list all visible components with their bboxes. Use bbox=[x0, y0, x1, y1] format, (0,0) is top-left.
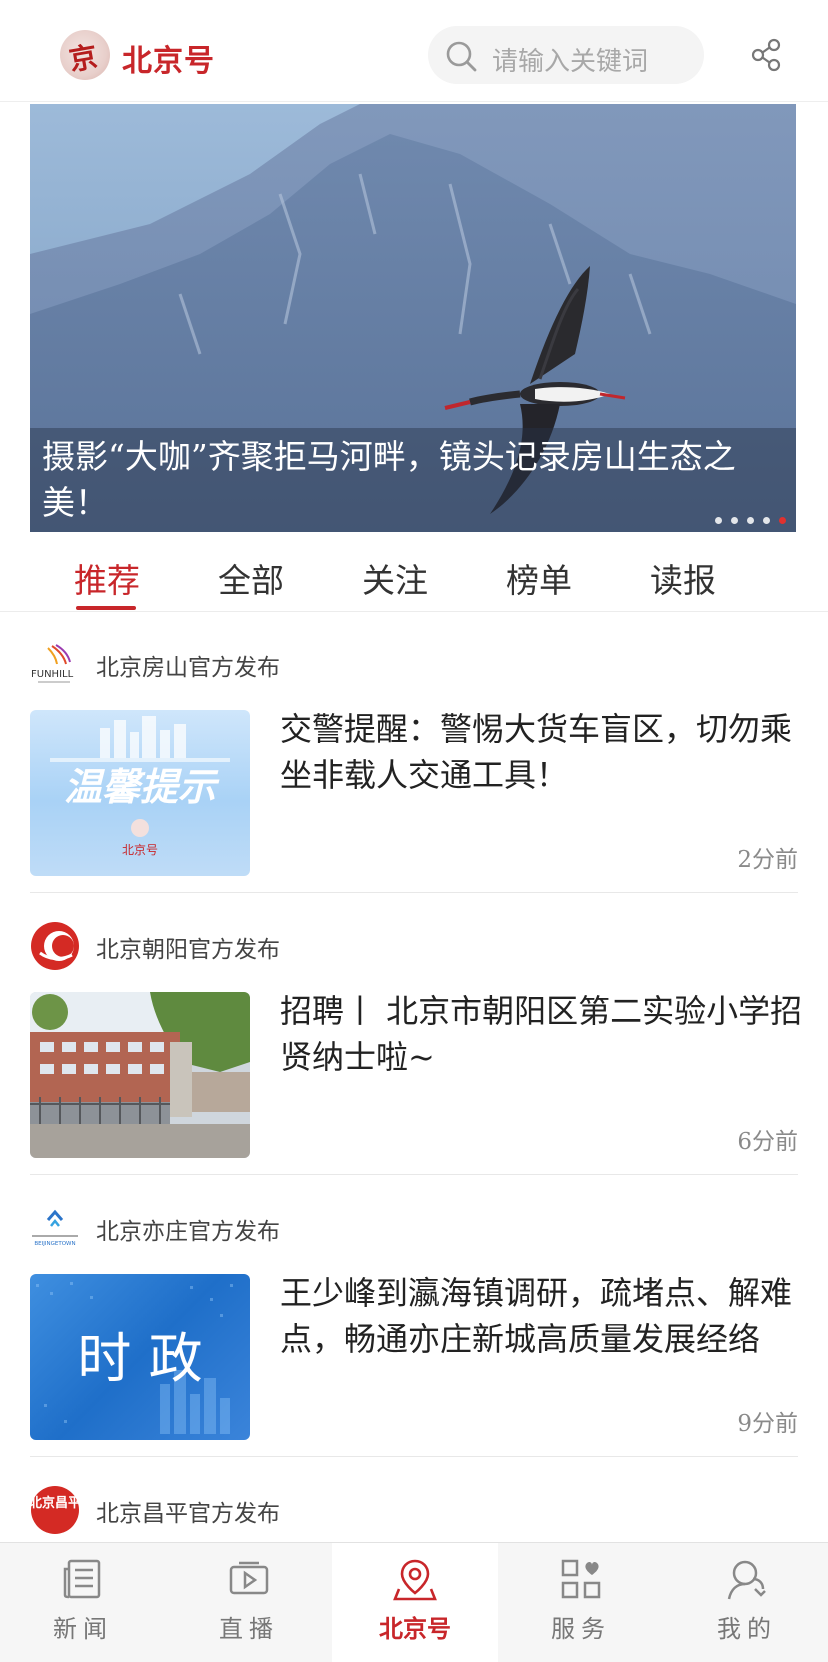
chaoyang-logo-icon bbox=[31, 922, 79, 970]
carousel-dot[interactable] bbox=[747, 517, 754, 524]
nav-beijing-hao[interactable]: 北京号 bbox=[332, 1543, 498, 1662]
tab-recommend[interactable]: 推荐 bbox=[74, 554, 140, 602]
source-name: 北京房山官方发布 bbox=[96, 655, 280, 681]
banner-caption: 摄影“大咖”齐聚拒马河畔，镜头记录房山生态之美！ bbox=[42, 437, 736, 522]
video-icon bbox=[229, 1561, 269, 1595]
svg-text:时 政: 时 政 bbox=[77, 1327, 202, 1390]
carousel-dot-active[interactable] bbox=[779, 517, 786, 524]
tab-read-paper[interactable]: 读报 bbox=[650, 554, 716, 602]
search-input[interactable]: 请输入关键词 bbox=[428, 26, 704, 84]
search-placeholder: 请输入关键词 bbox=[492, 47, 649, 77]
source-name: 北京朝阳官方发布 bbox=[96, 937, 280, 963]
logo-char: 京 bbox=[66, 39, 100, 78]
svg-text:BEIJINGETOWN: BEIJINGETOWN bbox=[34, 1241, 75, 1247]
article-thumbnail bbox=[30, 992, 250, 1158]
svg-text:温馨提示: 温馨提示 bbox=[64, 765, 220, 809]
nav-label: 我的 bbox=[717, 1615, 777, 1643]
user-icon bbox=[727, 1560, 766, 1600]
feed-divider bbox=[30, 1174, 798, 1175]
app-logo-icon[interactable]: 京 bbox=[60, 30, 110, 80]
article-headline[interactable]: 招聘丨 北京市朝阳区第二实验小学招贤纳士啦~ bbox=[280, 988, 820, 1080]
feed-item[interactable]: 北京昌平 北京昌平官方发布 bbox=[30, 1486, 798, 1538]
carousel-dot[interactable] bbox=[715, 517, 722, 524]
article-headline[interactable]: 交警提醒：警惕大货车盲区，切勿乘坐非载人交通工具！ bbox=[280, 706, 820, 798]
carousel-dot[interactable] bbox=[763, 517, 770, 524]
grid-heart-icon bbox=[561, 1559, 601, 1599]
source-name: 北京亦庄官方发布 bbox=[96, 1219, 280, 1245]
search-icon bbox=[446, 41, 477, 72]
feed-item[interactable]: BEIJINGETOWN 北京亦庄官方发布 时 政 王少峰到瀛海镇调研，疏堵点、… bbox=[30, 1206, 798, 1446]
svg-text:北京昌平: 北京昌平 bbox=[30, 1495, 80, 1511]
source-name: 北京昌平官方发布 bbox=[96, 1501, 280, 1527]
nav-label: 新闻 bbox=[53, 1615, 113, 1643]
nav-live[interactable]: 直播 bbox=[166, 1543, 332, 1662]
feed-item[interactable]: 北京朝阳官方发布 招聘丨 北京市朝阳区第二实验小学招贤纳士啦~ 6分前 bbox=[30, 922, 802, 1164]
svg-text:FUNHILL: FUNHILL bbox=[31, 669, 74, 680]
nav-mine[interactable]: 我的 bbox=[664, 1543, 828, 1662]
yizhuang-logo-icon: BEIJINGETOWN bbox=[32, 1209, 78, 1247]
nav-label: 北京号 bbox=[379, 1615, 451, 1643]
fangshan-logo-icon: FUNHILL bbox=[31, 644, 74, 683]
newspaper-icon bbox=[63, 1559, 101, 1599]
carousel-dot[interactable] bbox=[731, 517, 738, 524]
feed-divider bbox=[30, 1456, 798, 1457]
article-thumbnail: 时 政 bbox=[30, 1274, 250, 1440]
feed-divider bbox=[30, 892, 798, 893]
active-tab-indicator bbox=[76, 606, 136, 610]
share-icon[interactable] bbox=[750, 38, 784, 72]
tab-follow[interactable]: 关注 bbox=[362, 554, 428, 602]
article-thumbnail: 温馨提示 北京号 bbox=[30, 710, 250, 876]
changping-logo-icon: 北京昌平 bbox=[30, 1486, 80, 1534]
tab-all[interactable]: 全部 bbox=[218, 554, 284, 602]
nav-label: 服务 bbox=[551, 1615, 611, 1643]
location-pin-icon bbox=[393, 1559, 437, 1601]
politics-image: 时 政 bbox=[36, 1282, 233, 1434]
publish-time: 6分前 bbox=[737, 1129, 798, 1155]
school-photo bbox=[30, 992, 250, 1158]
hero-banner[interactable]: 摄影“大咖”齐聚拒马河畔，镜头记录房山生态之美！ bbox=[30, 104, 796, 532]
publish-time: 2分前 bbox=[737, 847, 798, 873]
bottom-navigation: 新闻 直播 北京号 服务 我的 bbox=[0, 1542, 828, 1662]
article-headline[interactable]: 王少峰到瀛海镇调研，疏堵点、解难点，畅通亦庄新城高质量发展经络 bbox=[280, 1270, 820, 1362]
svg-text:北京号: 北京号 bbox=[122, 843, 158, 857]
top-header: 京 北京号 请输入关键词 bbox=[0, 0, 828, 102]
tab-ranking[interactable]: 榜单 bbox=[506, 554, 572, 602]
category-tabs: 推荐 全部 关注 榜单 读报 bbox=[0, 540, 828, 612]
warm-tip-image: 温馨提示 北京号 bbox=[50, 716, 230, 857]
app-title: 北京号 bbox=[122, 44, 215, 79]
nav-news[interactable]: 新闻 bbox=[0, 1543, 166, 1662]
publish-time: 9分前 bbox=[737, 1411, 798, 1437]
nav-label: 直播 bbox=[219, 1615, 279, 1643]
carousel-indicator bbox=[715, 517, 786, 524]
feed-item[interactable]: FUNHILL 北京房山官方发布 温馨提示 北京号 交警提醒：警惕大货车盲区，切… bbox=[30, 642, 798, 882]
nav-services[interactable]: 服务 bbox=[498, 1543, 664, 1662]
